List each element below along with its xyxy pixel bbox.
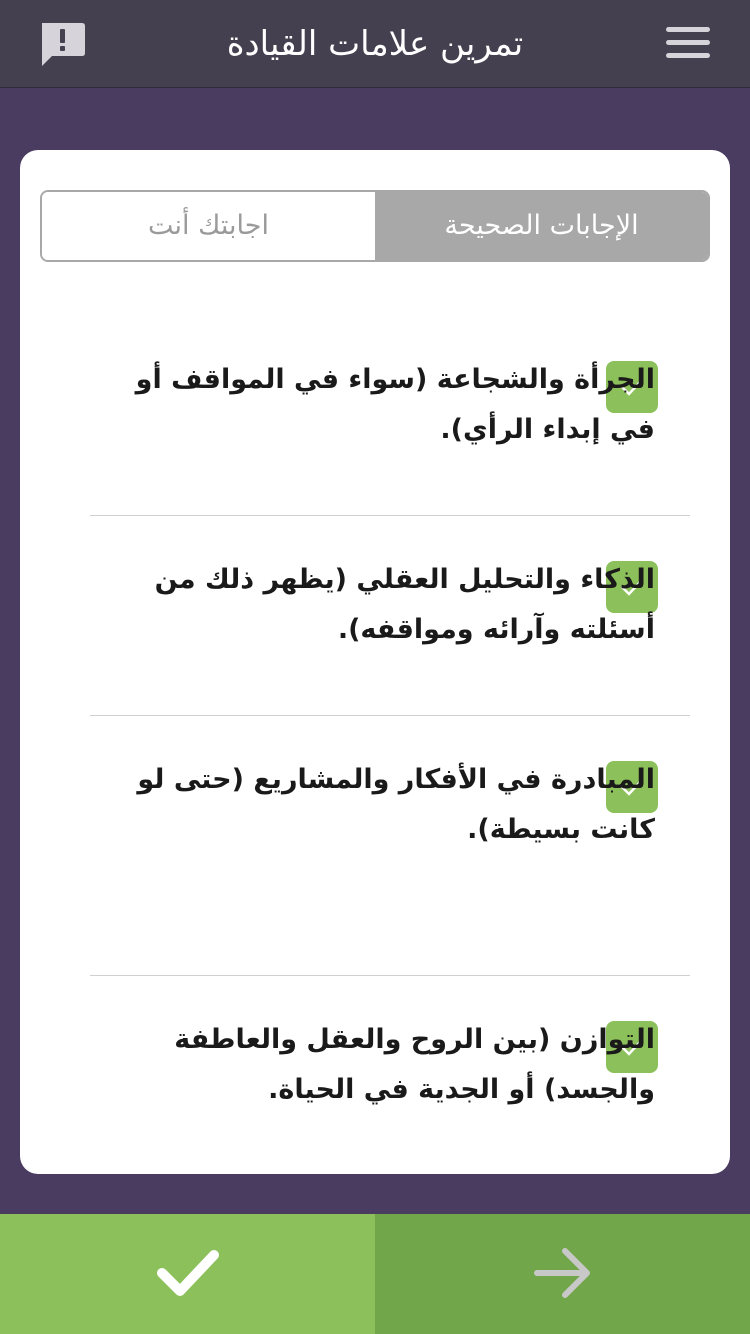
answer-text-2: الذكاء والتحليل العقلي (يظهر ذلك من أسئل… (154, 564, 655, 645)
answer-text-4: التوازن (بين الروح والعقل والعاطفة والجس… (174, 1024, 655, 1105)
answer-tabs: اجابتك أنت الإجابات الصحيحة (40, 190, 710, 262)
tab-correct-answers[interactable]: الإجابات الصحيحة (375, 192, 708, 260)
divider (90, 515, 690, 516)
page-title: تمرين علامات القيادة (226, 24, 524, 64)
divider (90, 715, 690, 716)
hamburger-menu-icon[interactable] (666, 27, 710, 61)
arrow-right-icon (534, 1248, 590, 1298)
divider (90, 975, 690, 976)
submit-button[interactable] (0, 1214, 375, 1334)
tab-your-answer[interactable]: اجابتك أنت (42, 192, 375, 260)
answer-text-1: الجرأة والشجاعة (سواء في المواقف أو في إ… (135, 364, 655, 445)
next-button[interactable] (375, 1214, 750, 1334)
answer-text-3: المبادرة في الأفكار والمشاريع (حتى لو كا… (137, 764, 655, 845)
checkmark-icon (157, 1250, 219, 1296)
top-bar: تمرين علامات القيادة (0, 0, 750, 88)
answers-card: اجابتك أنت الإجابات الصحيحة الجرأة والشج… (20, 150, 730, 1174)
bottom-action-bar (0, 1214, 750, 1334)
